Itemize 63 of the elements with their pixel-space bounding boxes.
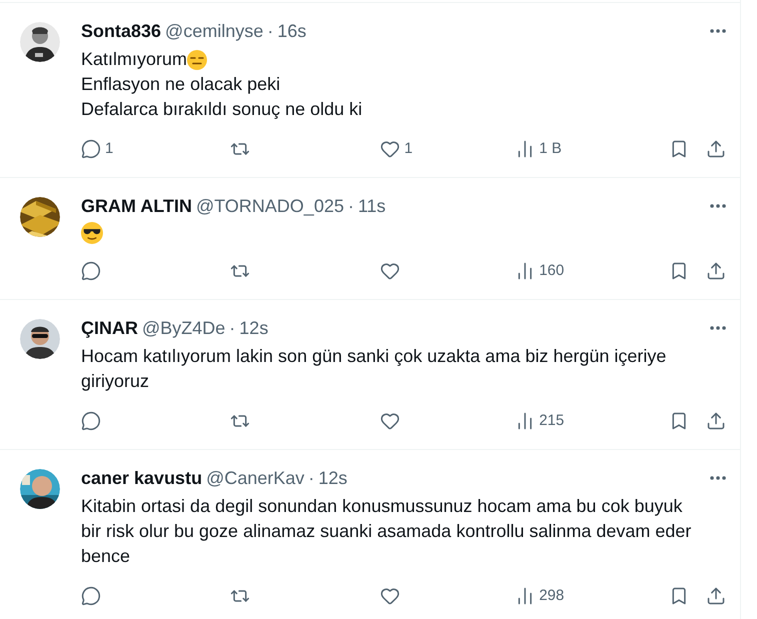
speech-bubble-icon [81,261,101,281]
views-button[interactable]: 1 B [515,138,562,160]
heart-icon [380,411,400,431]
share-button[interactable] [706,586,726,606]
author-handle[interactable]: @cemilnyse [165,18,264,44]
author-name[interactable]: ÇINAR [81,314,138,342]
separator-dot: · [348,194,354,218]
share-icon [706,139,726,159]
views-button[interactable]: 298 [515,584,564,608]
separator-dot: · [308,466,314,490]
reply-post[interactable]: GRAM ALTIN @TORNADO_025 · 11s 160 [0,177,740,299]
reply-button[interactable] [81,261,101,281]
share-icon [706,586,726,606]
share-button[interactable] [706,411,726,431]
speech-bubble-icon [81,411,101,431]
reply-button[interactable]: 1 [81,138,114,160]
more-options-button[interactable] [710,29,726,33]
heart-icon [380,586,400,606]
author-handle[interactable]: @TORNADO_025 [196,192,344,220]
more-icon [710,29,726,33]
like-button[interactable] [380,586,400,606]
separator-dot: · [267,20,274,42]
author-name[interactable]: caner kavustu [81,464,202,492]
author-handle[interactable]: @CanerKav [206,464,304,492]
heart-icon [380,139,400,159]
post-time[interactable]: 16s [277,18,306,44]
reply-post[interactable]: ÇINAR @ByZ4De · 12s Hocam katılıyorum lakin son gün sanki çok uzakta ama biz hergün içeriye giriyoruz 215 [0,299,740,449]
author-name[interactable]: GRAM ALTIN [81,192,192,220]
more-icon [710,204,726,208]
author-name[interactable]: Sonta836 [81,18,162,44]
more-icon [710,326,726,330]
speech-bubble-icon [81,586,101,606]
more-icon [710,476,726,480]
speech-bubble-icon [81,139,101,159]
post-text: Hocam katılıyorum lakin son gün sanki çok uzakta ama biz hergün içeriye giriyoruz [81,345,668,393]
post-time[interactable]: 12s [239,314,268,342]
separator-dot: · [229,316,236,340]
like-button[interactable]: 1 [380,138,413,160]
more-options-button[interactable] [710,326,726,330]
views-button[interactable]: 215 [515,410,564,432]
post-text: Kitabin ortasi da degil sonundan konusmussunuz hocam ama bu cok buyuk bir risk olur bu goze alinamaz suanki asamada kontrollu salinma devam eder bence [81,495,692,568]
author-handle[interactable]: @ByZ4De [142,314,226,342]
reply-button[interactable] [81,586,101,606]
post-text: Defalarca bırakıldı sonuç ne oldu ki [81,98,362,121]
share-icon [706,411,726,431]
share-icon [706,261,726,281]
post-text: Katılmıyorum [81,48,188,71]
more-options-button[interactable] [710,204,726,208]
heart-icon [380,261,400,281]
views-button[interactable]: 160 [515,260,564,282]
reply-button[interactable] [81,411,101,431]
expressionless-face-icon [187,50,208,70]
post-time[interactable]: 12s [318,464,348,492]
like-button[interactable] [380,261,400,281]
post-time[interactable]: 11s [358,192,386,220]
like-button[interactable] [380,411,400,431]
reply-post[interactable]: caner kavustu @CanerKav · 12s Kitabin ortasi da degil sonundan konusmussunuz hocam ama bu cok buyuk bir risk olur bu goze alinamaz suanki asamada kontrollu salinma devam eder bence 298 [0,449,740,619]
reply-post[interactable]: Sonta836 @cemilnyse · 16s Katılmıyorum Enflasyon ne olacak peki Defalarca bırakıldı sonuç ne oldu ki 1 1 1 B [0,2,740,177]
post-text: Enflasyon ne olacak peki [81,73,280,96]
more-options-button[interactable] [710,476,726,480]
share-button[interactable] [706,139,726,159]
share-button[interactable] [706,261,726,281]
sunglasses-face-icon [81,222,103,244]
